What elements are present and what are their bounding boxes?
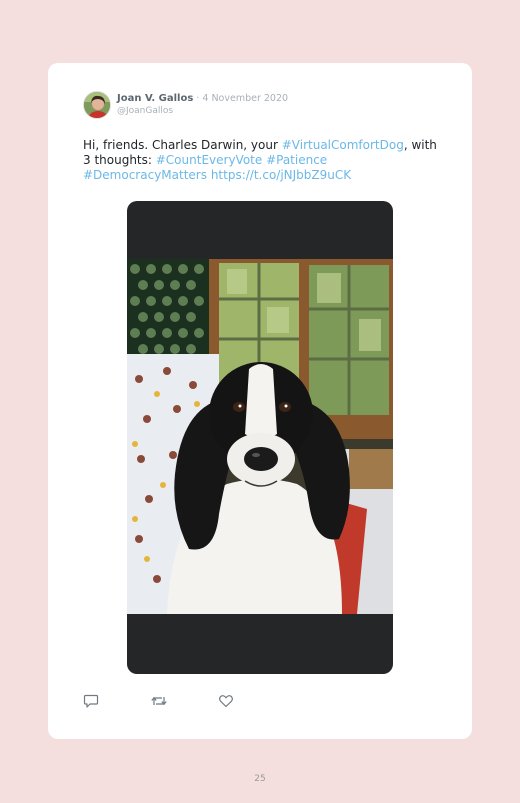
dog-photo[interactable]	[127, 259, 393, 614]
tweet-header: Joan V. Gallos · 4 November 2020 @JoanGa…	[83, 91, 443, 125]
retweet-icon[interactable]	[150, 693, 167, 709]
tweet-media[interactable]	[127, 201, 393, 674]
reply-icon[interactable]	[83, 693, 99, 709]
hashtag-patience[interactable]: #Patience	[266, 153, 327, 167]
hashtag-democracymatters[interactable]: #DemocracyMatters	[83, 168, 207, 182]
hashtag-counteveryvote[interactable]: #CountEveryVote	[156, 153, 263, 167]
author-name[interactable]: Joan V. Gallos	[117, 93, 193, 104]
tweet-card: Joan V. Gallos · 4 November 2020 @JoanGa…	[48, 63, 472, 739]
tweet-link[interactable]: https://t.co/jNJbbZ9uCK	[211, 168, 351, 182]
heart-icon[interactable]	[218, 693, 234, 709]
tweet-actions	[83, 693, 383, 713]
tweet-text: Hi, friends. Charles Darwin, your #Virtu…	[83, 138, 443, 183]
author-handle[interactable]: @JoanGallos	[117, 106, 173, 117]
tweet-date[interactable]: 4 November 2020	[202, 93, 288, 104]
hashtag-virtualcomfortdog[interactable]: #VirtualComfortDog	[282, 138, 404, 152]
author-line: Joan V. Gallos · 4 November 2020	[117, 93, 288, 105]
page-number: 25	[254, 774, 266, 784]
author-avatar[interactable]	[83, 91, 111, 119]
tweet-text-intro: Hi, friends. Charles Darwin, your	[83, 138, 282, 152]
